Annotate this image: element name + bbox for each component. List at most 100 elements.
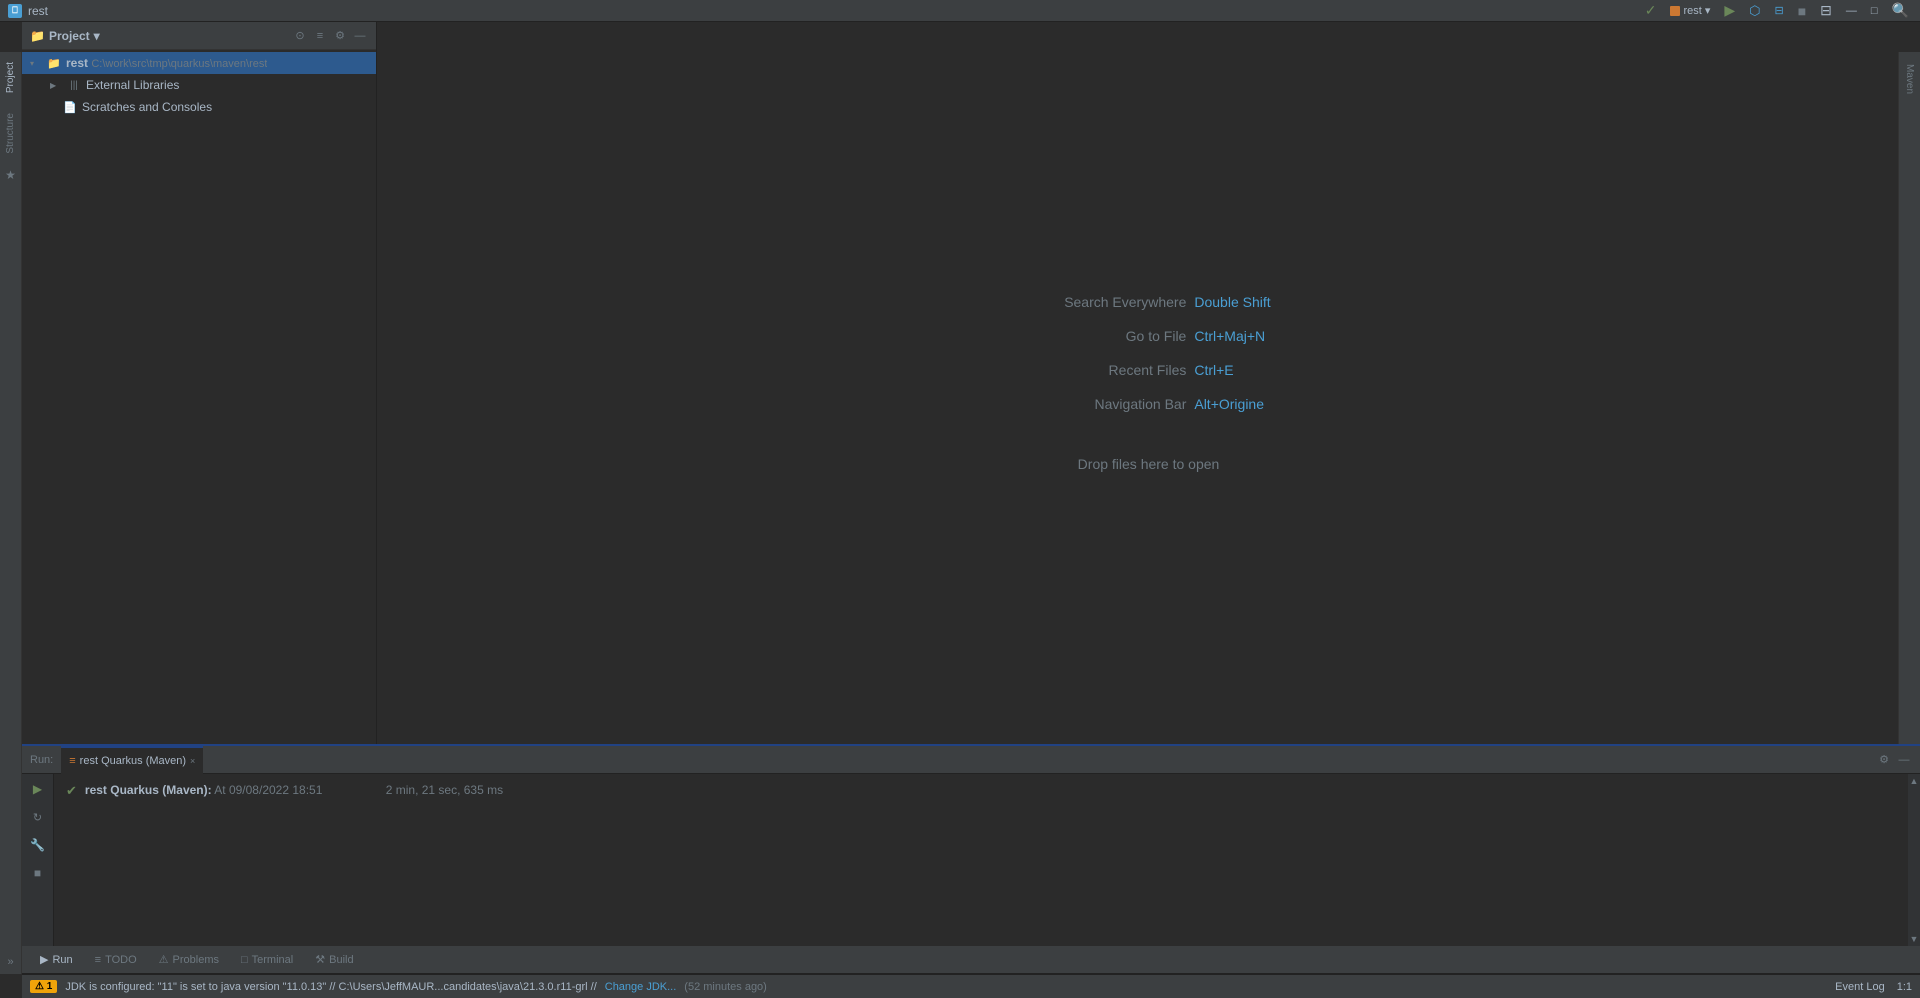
event-log-link[interactable]: Event Log bbox=[1835, 981, 1885, 993]
project-icon: 📁 bbox=[30, 29, 45, 43]
shortcut-row-nav: Navigation Bar Alt+Origine bbox=[1026, 396, 1270, 412]
project-header-actions: ⊙ ≡ ⚙ — bbox=[292, 28, 368, 44]
run-content: ▶ ↻ 🔧 ■ ✔ rest Quarkus (Maven): At 09/08… bbox=[22, 774, 1920, 946]
bottom-panel-actions: ⚙ — bbox=[1876, 752, 1912, 768]
run-btn-title[interactable]: ▶ bbox=[1721, 2, 1738, 19]
app-switcher-btn[interactable]: ⊟ bbox=[1817, 2, 1835, 19]
maximize-btn[interactable]: □ bbox=[1868, 5, 1881, 17]
run-scrollbar: ▲ ▼ bbox=[1908, 774, 1920, 946]
tree-label-external: External Libraries bbox=[86, 78, 179, 92]
left-side-panels: Project Structure ★ » bbox=[0, 52, 22, 974]
status-bar: ⚠ 1 JDK is configured: "11" is set to ja… bbox=[22, 974, 1920, 998]
panel-settings-btn[interactable]: ⚙ bbox=[1876, 752, 1892, 768]
settings-btn[interactable]: ⚙ bbox=[332, 28, 348, 44]
terminal-icon: □ bbox=[241, 954, 248, 966]
close-panel-btn[interactable]: — bbox=[352, 28, 368, 44]
shortcut-label-file: Go to File bbox=[1026, 328, 1186, 344]
project-tree: ▾ 📁 rest C:\work\src\tmp\quarkus\maven\r… bbox=[22, 50, 376, 744]
position-indicator[interactable]: 1:1 bbox=[1897, 981, 1912, 993]
run-tab[interactable]: ≡ rest Quarkus (Maven) × bbox=[61, 746, 203, 774]
maven-panel: Maven bbox=[1898, 52, 1920, 744]
bottom-panel: Run: ≡ rest Quarkus (Maven) × ⚙ — ▶ ↻ 🔧 bbox=[22, 744, 1920, 974]
favorites-icon[interactable]: ★ bbox=[5, 168, 16, 182]
project-dropdown-arrow[interactable]: ▾ bbox=[94, 29, 100, 43]
sub-tab-terminal[interactable]: □ Terminal bbox=[231, 950, 303, 970]
run-tab-label: rest Quarkus (Maven) bbox=[80, 755, 186, 767]
libraries-icon: ||| bbox=[66, 78, 82, 92]
collapse-btn[interactable]: ≡ bbox=[312, 28, 328, 44]
todo-icon: ≡ bbox=[95, 954, 101, 966]
debug-btn-title[interactable]: ⬡ bbox=[1746, 3, 1763, 19]
jdk-time: (52 minutes ago) bbox=[684, 981, 767, 993]
sub-tab-problems[interactable]: ⚠ Problems bbox=[149, 949, 229, 970]
sub-tab-todo[interactable]: ≡ TODO bbox=[85, 950, 147, 970]
shortcut-label-search: Search Everywhere bbox=[1026, 294, 1186, 310]
shortcut-row-file: Go to File Ctrl+Maj+N bbox=[1026, 328, 1270, 344]
run-tool-btn[interactable]: 🔧 bbox=[27, 834, 49, 856]
change-jdk-link[interactable]: Change JDK... bbox=[605, 981, 677, 993]
shortcut-row-recent: Recent Files Ctrl+E bbox=[1026, 362, 1270, 378]
project-title[interactable]: 📁 Project ▾ bbox=[30, 29, 286, 43]
minimize-btn[interactable]: — bbox=[1843, 5, 1860, 17]
scroll-up-btn[interactable]: ▲ bbox=[1910, 776, 1919, 786]
scratches-icon: 📄 bbox=[62, 100, 78, 114]
maven-tab[interactable]: Maven bbox=[1900, 56, 1919, 102]
bottom-sub-tabs: ▶ Run ≡ TODO ⚠ Problems □ Terminal ⚒ B bbox=[22, 946, 1920, 974]
expand-side-icon[interactable]: » bbox=[7, 956, 13, 968]
sub-tab-build[interactable]: ⚒ Build bbox=[305, 949, 363, 970]
tree-item-external-libraries[interactable]: ▶ ||| External Libraries bbox=[22, 74, 376, 96]
scroll-down-btn[interactable]: ▼ bbox=[1910, 934, 1919, 944]
tree-item-rest[interactable]: ▾ 📁 rest C:\work\src\tmp\quarkus\maven\r… bbox=[22, 52, 376, 74]
shortcut-key-nav: Alt+Origine bbox=[1194, 396, 1264, 412]
run-play-btn[interactable]: ▶ bbox=[27, 778, 49, 800]
run-output-main: rest Quarkus (Maven): At 09/08/2022 18:5… bbox=[85, 782, 503, 799]
project-side-tab[interactable]: Project bbox=[1, 52, 20, 103]
run-label: Run: bbox=[30, 754, 53, 766]
drop-hint: Drop files here to open bbox=[1026, 456, 1270, 472]
tree-arrow-external: ▶ bbox=[50, 81, 62, 90]
warning-badge[interactable]: ⚠ 1 bbox=[30, 980, 57, 993]
shortcut-row-search: Search Everywhere Double Shift bbox=[1026, 294, 1270, 310]
run-icon: ▶ bbox=[40, 953, 48, 966]
jdk-status-text: JDK is configured: "11" is set to java v… bbox=[65, 981, 596, 993]
locate-btn[interactable]: ⊙ bbox=[292, 28, 308, 44]
title-bar-text: rest bbox=[28, 4, 48, 18]
shortcut-key-recent: Ctrl+E bbox=[1194, 362, 1233, 378]
project-panel: 📁 Project ▾ ⊙ ≡ ⚙ — ▾ 📁 bbox=[22, 22, 377, 744]
title-bar: ⎕ rest ✓ rest ▾ ▶ ⬡ ⊟ ■ ⊟ — □ 🔍 bbox=[0, 0, 1920, 22]
back-btn[interactable]: ✓ bbox=[1642, 2, 1660, 19]
coverage-btn-title[interactable]: ⊟ bbox=[1771, 4, 1786, 17]
title-bar-left: ⎕ rest bbox=[8, 4, 48, 18]
sub-tab-run[interactable]: ▶ Run bbox=[30, 949, 83, 970]
stop-btn-title[interactable]: ■ bbox=[1795, 3, 1809, 19]
status-right: Event Log 1:1 bbox=[1835, 981, 1912, 993]
structure-side-tab[interactable]: Structure bbox=[1, 103, 20, 164]
status-left: ⚠ 1 JDK is configured: "11" is set to ja… bbox=[30, 980, 1827, 993]
search-btn-title[interactable]: 🔍 bbox=[1889, 2, 1912, 19]
title-bar-right: ✓ rest ▾ ▶ ⬡ ⊟ ■ ⊟ — □ 🔍 bbox=[1642, 0, 1912, 21]
shortcut-key-file: Ctrl+Maj+N bbox=[1194, 328, 1265, 344]
run-tab-icon: ≡ bbox=[69, 755, 75, 767]
shortcut-label-nav: Navigation Bar bbox=[1026, 396, 1186, 412]
bottom-panel-header: Run: ≡ rest Quarkus (Maven) × ⚙ — bbox=[22, 746, 1920, 774]
run-tab-close[interactable]: × bbox=[190, 756, 195, 766]
run-check-icon: ✔ bbox=[66, 782, 77, 800]
tree-label-rest: rest C:\work\src\tmp\quarkus\maven\rest bbox=[66, 56, 267, 70]
shortcut-label-recent: Recent Files bbox=[1026, 362, 1186, 378]
build-icon: ⚒ bbox=[315, 953, 325, 966]
problems-icon: ⚠ bbox=[159, 953, 169, 966]
run-config-selector[interactable]: rest ▾ bbox=[1667, 4, 1713, 17]
run-output-row: ✔ rest Quarkus (Maven): At 09/08/2022 18… bbox=[66, 780, 1896, 802]
folder-icon-rest: 📁 bbox=[46, 56, 62, 70]
run-rerun-btn[interactable]: ↻ bbox=[27, 806, 49, 828]
tree-arrow-rest: ▾ bbox=[30, 59, 42, 68]
project-panel-header: 📁 Project ▾ ⊙ ≡ ⚙ — bbox=[22, 22, 376, 50]
tree-label-scratches: Scratches and Consoles bbox=[82, 100, 212, 114]
tree-item-scratches[interactable]: 📄 Scratches and Consoles bbox=[22, 96, 376, 118]
welcome-shortcuts: Search Everywhere Double Shift Go to Fil… bbox=[1026, 294, 1270, 472]
shortcut-key-search: Double Shift bbox=[1194, 294, 1270, 310]
editor-area: Search Everywhere Double Shift Go to Fil… bbox=[377, 22, 1920, 744]
run-stop-btn[interactable]: ■ bbox=[27, 862, 49, 884]
panel-minimize-btn[interactable]: — bbox=[1896, 752, 1912, 768]
run-output-area: ✔ rest Quarkus (Maven): At 09/08/2022 18… bbox=[54, 774, 1908, 946]
